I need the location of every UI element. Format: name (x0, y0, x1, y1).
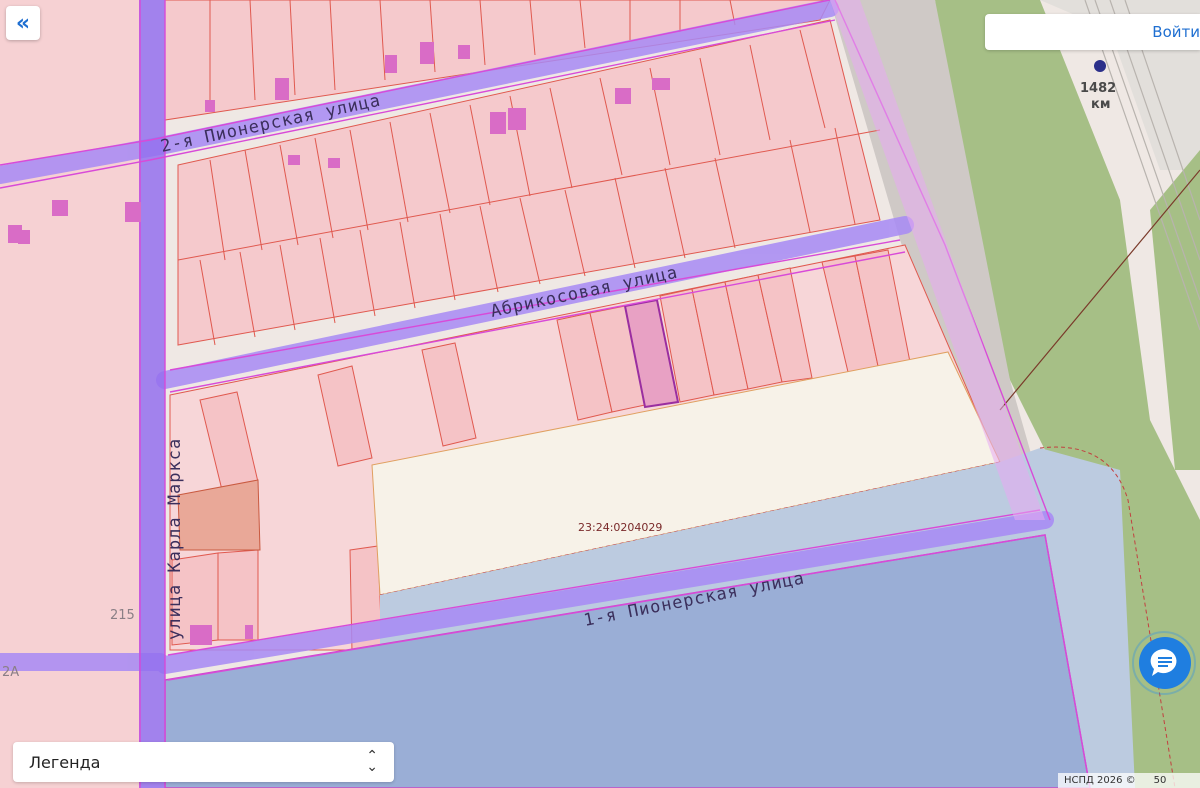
house-number-label: 215 (110, 608, 135, 623)
attribution-text: НСПД 2026 © (1064, 775, 1136, 786)
scale-label: 50 (1153, 775, 1167, 786)
map-attribution: НСПД 2026 © 50 (1058, 773, 1200, 788)
collapse-panel-button[interactable]: « (6, 6, 40, 40)
km-unit-label: км (1091, 97, 1110, 112)
street-label-karla-marksa: улица Карла Маркса (165, 438, 185, 640)
km-marker-icon[interactable] (1094, 60, 1106, 72)
double-chevron-left-icon: « (15, 10, 31, 36)
chat-button[interactable] (1131, 630, 1197, 696)
cadastral-map[interactable]: 2-я Пионерская улица Абрикосовая улица 1… (0, 0, 1200, 788)
legend-label: Легенда (29, 752, 101, 772)
legend-dropdown[interactable]: Легенда ⌃ ⌄ (13, 742, 394, 782)
login-link[interactable]: Войти (1152, 23, 1200, 41)
cadastral-number-label: 23:24:0204029 (578, 521, 662, 534)
chevron-updown-icon: ⌃ ⌄ (366, 747, 378, 775)
km-value-label: 1482 (1080, 81, 1116, 96)
login-bar[interactable]: Войти (985, 14, 1200, 50)
edge-label: 2А (2, 665, 19, 680)
